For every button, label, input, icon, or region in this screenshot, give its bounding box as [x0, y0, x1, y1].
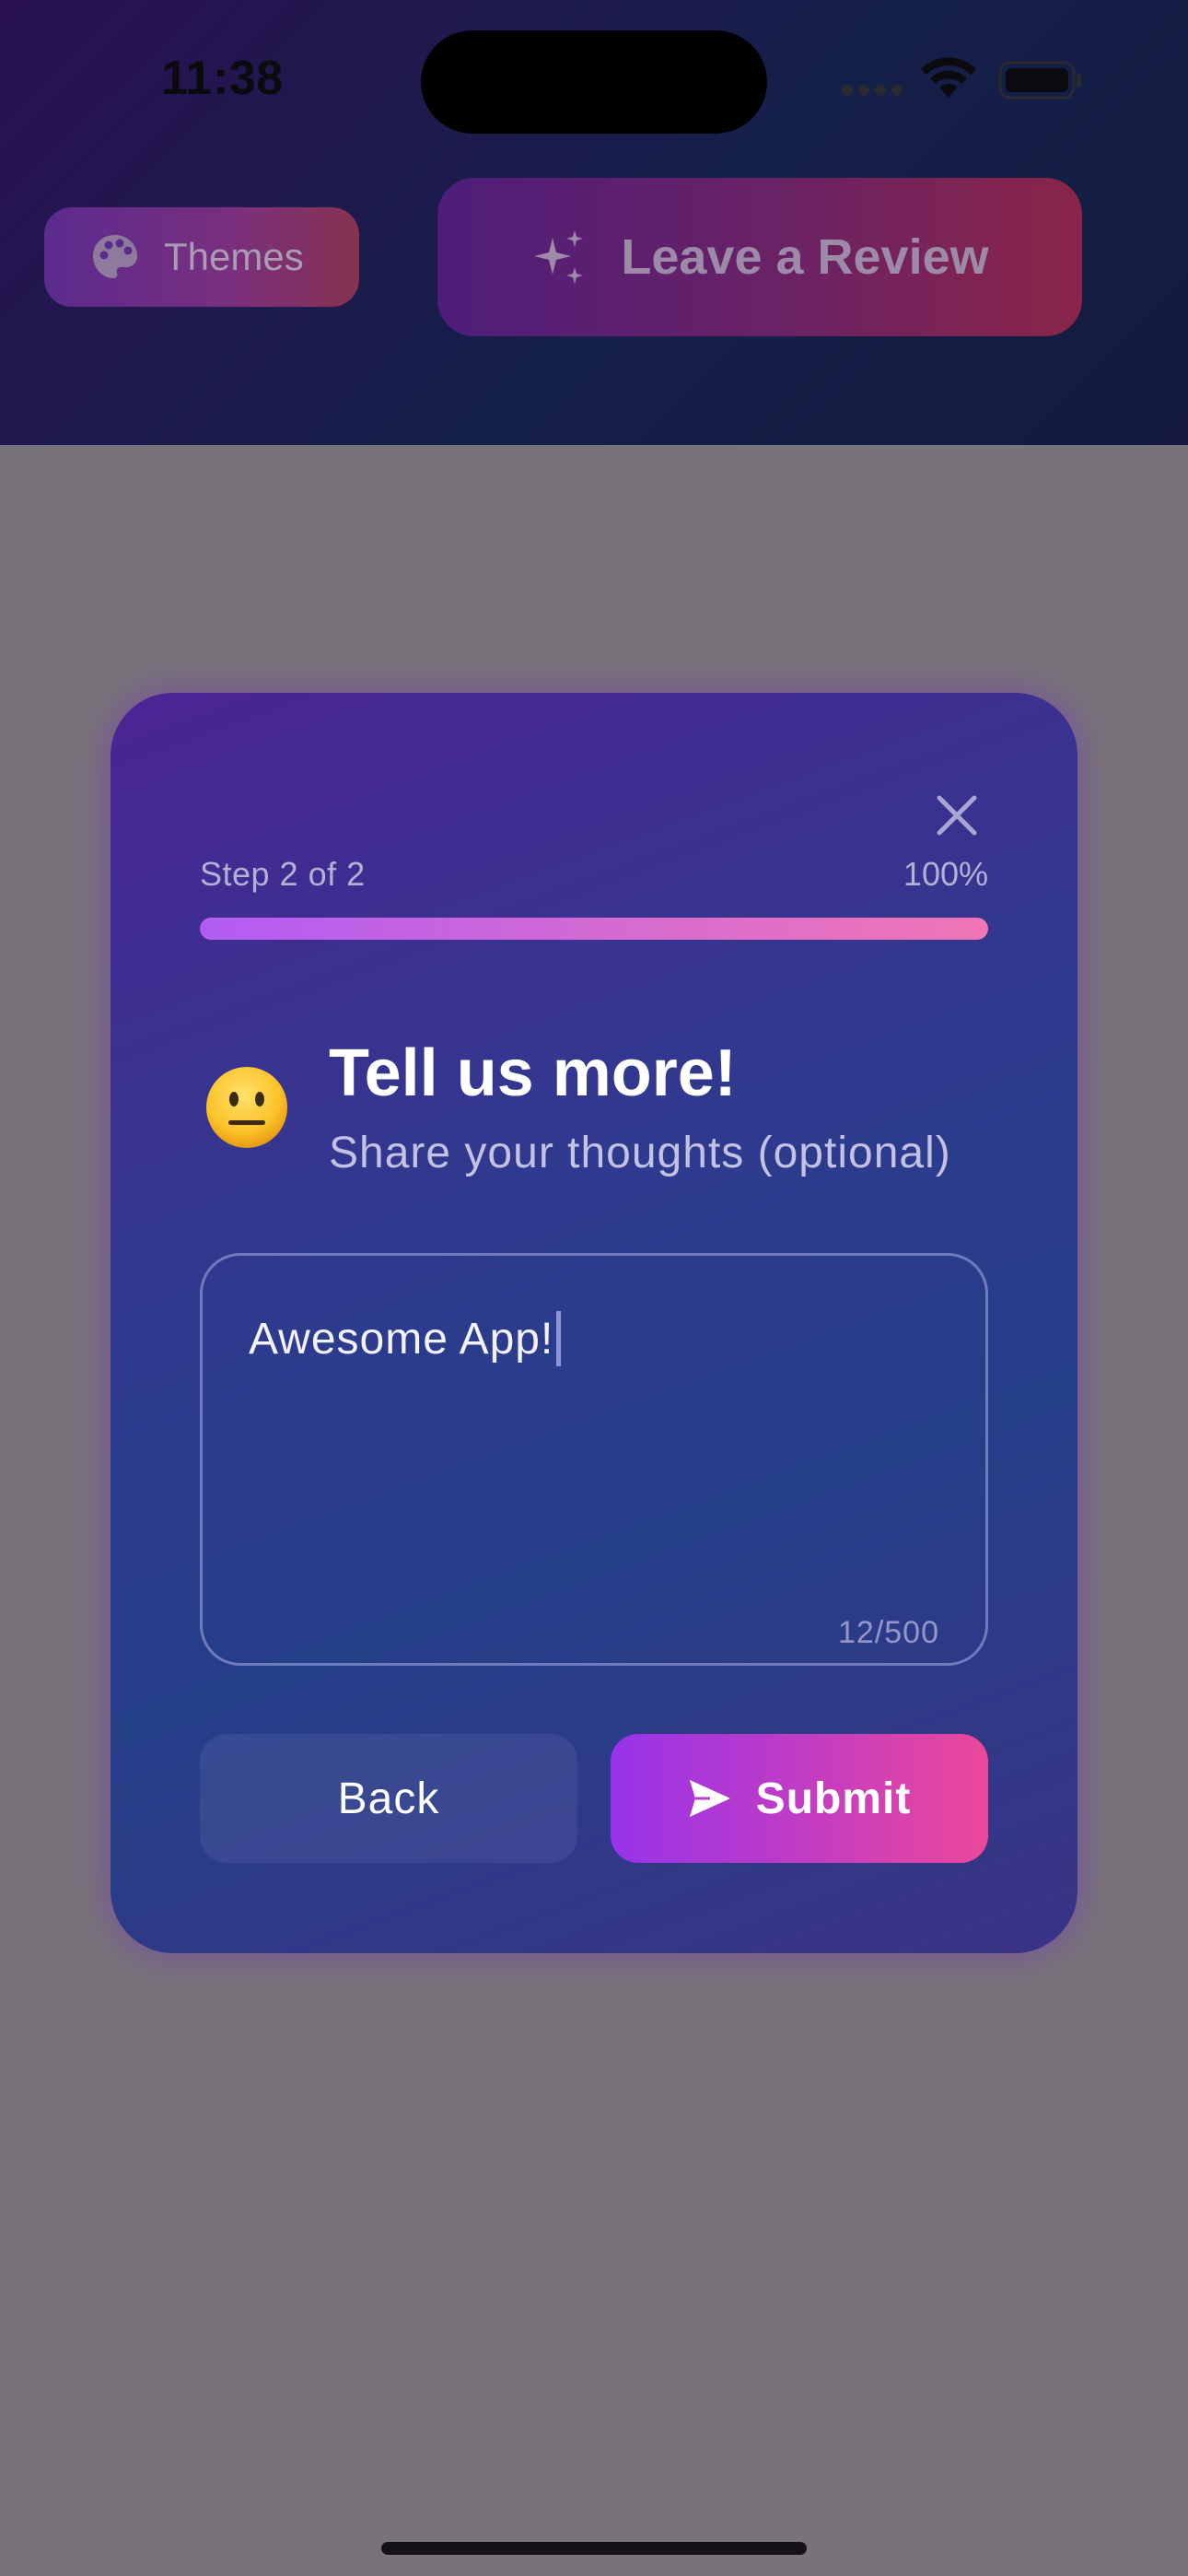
send-icon — [689, 1780, 730, 1817]
step-label: Step 2 of 2 — [200, 855, 366, 893]
battery-icon — [998, 61, 1081, 100]
close-icon — [937, 795, 977, 836]
feedback-textarea[interactable]: Awesome App! 12/500 — [200, 1253, 988, 1666]
palette-icon — [93, 235, 137, 278]
textarea-value: Awesome App! — [249, 1311, 562, 1366]
textarea-text: Awesome App! — [249, 1314, 554, 1364]
progress-percent: 100% — [903, 855, 988, 893]
submit-label: Submit — [755, 1774, 912, 1823]
leave-review-button[interactable]: Leave a Review — [437, 178, 1082, 336]
back-label: Back — [337, 1774, 440, 1823]
character-counter: 12/500 — [838, 1615, 939, 1650]
modal-title: Tell us more! — [329, 1036, 737, 1110]
signal-icon — [842, 85, 903, 96]
dynamic-island — [421, 30, 767, 134]
status-bar: 11:38 — [0, 0, 1188, 166]
themes-label: Themes — [164, 235, 304, 278]
home-indicator[interactable] — [381, 2542, 807, 2555]
status-time: 11:38 — [161, 52, 284, 105]
themes-button[interactable]: Themes — [44, 207, 359, 307]
submit-button[interactable]: Submit — [611, 1734, 988, 1863]
text-caret — [556, 1311, 562, 1366]
neutral-face-emoji — [206, 1067, 287, 1148]
wifi-icon — [921, 57, 976, 98]
leave-review-label: Leave a Review — [621, 229, 989, 285]
sparkle-icon — [534, 230, 584, 284]
close-button[interactable] — [926, 785, 987, 846]
progress-bar — [200, 918, 988, 940]
progress-fill — [200, 918, 988, 940]
modal-subtitle: Share your thoughts (optional) — [329, 1129, 951, 1177]
app-header: 11:38 Themes Leave a Review — [0, 0, 1188, 445]
feedback-modal: Step 2 of 2 100% Tell us more! Share you… — [111, 693, 1077, 1953]
back-button[interactable]: Back — [200, 1734, 577, 1863]
